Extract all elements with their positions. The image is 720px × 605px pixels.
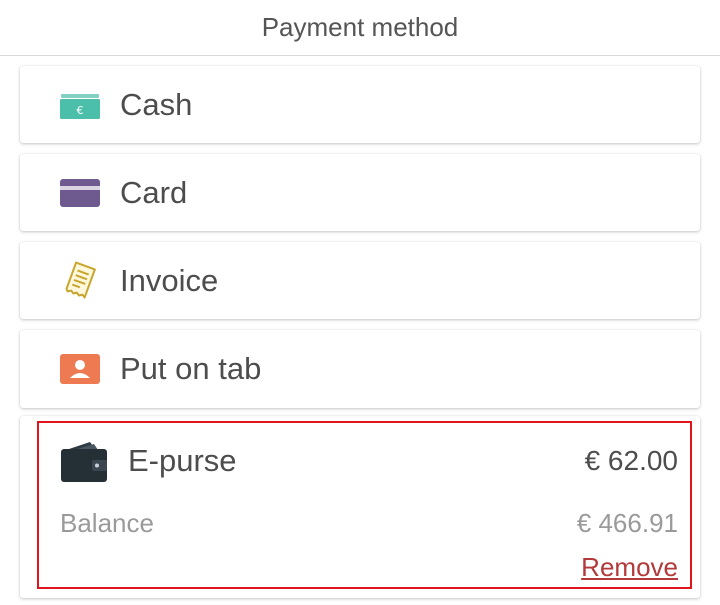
epurse-selected-panel[interactable]: E-purse € 62.00 Balance € 466.91 Remove [37,421,692,589]
person-card-icon [60,349,100,389]
payment-option-label: Card [120,174,188,210]
payment-option-card[interactable]: Card [20,154,700,231]
payment-option-invoice[interactable]: Invoice [20,242,700,319]
payment-option-label: Invoice [120,262,219,298]
invoice-icon [60,261,100,301]
page-header: Payment method [0,0,720,56]
card-icon [60,173,100,213]
remove-link[interactable]: Remove [581,552,678,583]
payment-option-put-on-tab[interactable]: Put on tab [20,330,700,408]
payment-option-label: Put on tab [120,351,262,386]
balance-value: € 466.91 [576,507,678,538]
wallet-icon [60,438,110,484]
balance-label: Balance [60,507,154,538]
payment-option-label: Cash [120,86,193,122]
payment-option-cash[interactable]: € Cash [20,66,700,143]
svg-text:€: € [77,104,84,117]
epurse-amount: € 62.00 [584,445,678,476]
page-title: Payment method [261,12,459,42]
cash-icon: € [60,85,100,125]
epurse-label: E-purse [128,443,237,478]
